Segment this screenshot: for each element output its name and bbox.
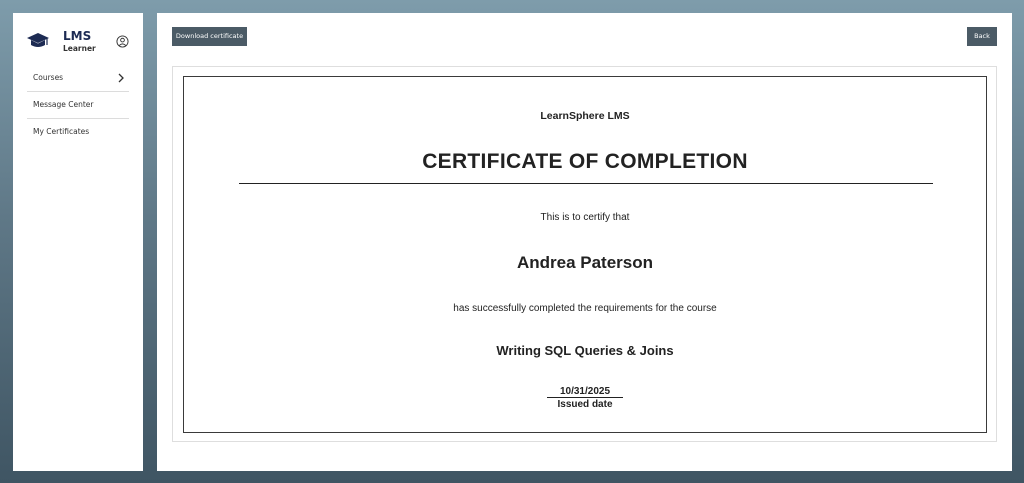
chevron-right-icon [118,73,124,83]
course-name: Writing SQL Queries & Joins [496,343,674,358]
recipient-name: Andrea Paterson [516,253,654,272]
sidebar-item-courses[interactable]: Courses [27,65,129,92]
back-button[interactable]: Back [967,27,997,46]
certificate-title: CERTIFICATE OF COMPLETION [422,150,748,173]
certificate: LearnSphere LMS CERTIFICATE OF COMPLETIO… [183,76,987,433]
brand-role: Learner [63,44,96,53]
sidebar-item-label: Message Center [33,100,94,109]
certificate-intro: This is to certify that [540,212,630,223]
issued-date-label: Issued date [557,399,613,410]
title-divider [239,183,933,184]
certificate-organization: LearnSphere LMS [540,110,630,122]
sidebar: LMS Learner Courses Message Center My Ce… [13,13,143,471]
sidebar-item-message-center[interactable]: Message Center [27,92,129,119]
sidebar-item-label: Courses [33,73,64,82]
brand-title: LMS [63,29,92,43]
download-certificate-button[interactable]: Download certificate [172,27,247,46]
graduation-cap-icon [27,33,49,47]
brand: LMS Learner [13,13,143,65]
sidebar-nav: Courses Message Center My Certificates [27,65,129,145]
issued-date-value: 10/31/2025 [547,386,623,398]
sidebar-item-my-certificates[interactable]: My Certificates [27,119,129,145]
user-circle-icon[interactable] [116,35,129,48]
main-panel: Download certificate Back LearnSphere LM… [157,13,1012,471]
certificate-frame: LearnSphere LMS CERTIFICATE OF COMPLETIO… [172,66,997,442]
completion-statement: has successfully completed the requireme… [453,303,717,314]
sidebar-item-label: My Certificates [33,127,90,136]
